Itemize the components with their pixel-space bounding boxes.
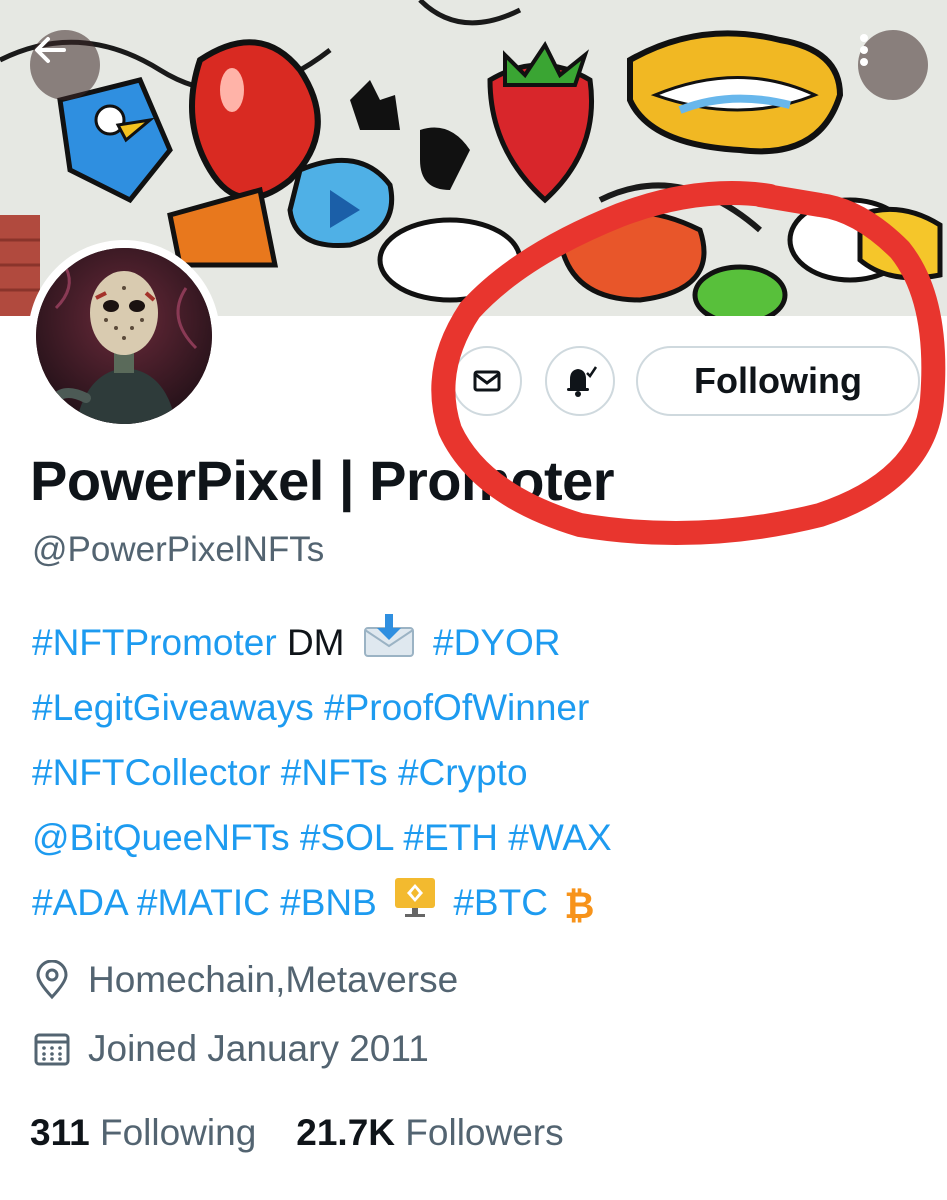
followers-stat[interactable]: 21.7K Followers bbox=[296, 1112, 563, 1153]
user-handle: @PowerPixelNFTs bbox=[32, 530, 325, 569]
hashtag-link[interactable]: #WAX bbox=[508, 817, 611, 858]
hashtag-link[interactable]: #Crypto bbox=[398, 752, 528, 793]
hashtag-link[interactable]: #LegitGiveaways bbox=[32, 687, 314, 728]
profile-bio: #NFTPromoter DM #DYOR #LegitGiveaways #P… bbox=[32, 610, 932, 935]
avatar-image bbox=[36, 248, 212, 424]
display-name: PowerPixel | Promoter bbox=[30, 449, 615, 512]
bitcoin-icon: ₿ bbox=[564, 884, 595, 926]
hashtag-link[interactable]: #ProofOfWinner bbox=[324, 687, 589, 728]
following-count: 311 bbox=[30, 1112, 90, 1153]
following-stat[interactable]: 311 Following bbox=[30, 1112, 256, 1153]
message-button[interactable] bbox=[452, 346, 522, 416]
bio-text: DM bbox=[286, 622, 345, 663]
mention-link[interactable]: @BitQueeNFTs bbox=[32, 817, 290, 858]
more-options-button[interactable] bbox=[858, 30, 928, 100]
avatar[interactable] bbox=[28, 240, 220, 432]
envelope-icon bbox=[473, 370, 501, 392]
hashtag-link[interactable]: #BTC bbox=[453, 882, 548, 923]
joined-row: Joined January 2011 bbox=[30, 1024, 429, 1074]
bio-line: #NFTCollector #NFTs #Crypto bbox=[32, 740, 932, 805]
back-button[interactable] bbox=[30, 30, 100, 100]
hashtag-link[interactable]: #MATIC bbox=[137, 882, 270, 923]
back-arrow-icon bbox=[35, 37, 66, 63]
joined-text: Joined January 2011 bbox=[88, 1028, 429, 1069]
notifications-button[interactable] bbox=[545, 346, 615, 416]
hashtag-link[interactable]: #DYOR bbox=[433, 622, 560, 663]
location-text: Homechain,Metaverse bbox=[88, 959, 459, 1000]
hashtag-link[interactable]: #ETH bbox=[403, 817, 498, 858]
bell-check-icon bbox=[567, 366, 598, 397]
follow-stats: 311 Following 21.7K Followers bbox=[30, 1112, 564, 1154]
bio-line: #LegitGiveaways #ProofOfWinner bbox=[32, 675, 932, 740]
bio-line: @BitQueeNFTs #SOL #ETH #WAX bbox=[32, 805, 932, 870]
following-stat-label: Following bbox=[99, 1112, 257, 1153]
hashtag-link[interactable]: #NFTCollector bbox=[32, 752, 271, 793]
hashtag-link[interactable]: #BNB bbox=[280, 882, 377, 923]
followers-count: 21.7K bbox=[296, 1112, 396, 1153]
more-vertical-icon bbox=[860, 34, 868, 66]
hashtag-link[interactable]: #SOL bbox=[300, 817, 393, 858]
location-pin-icon bbox=[30, 958, 74, 1002]
hashtag-link[interactable]: #ADA bbox=[32, 882, 127, 923]
calendar-icon bbox=[30, 1027, 74, 1071]
bio-line: #NFTPromoter DM #DYOR bbox=[32, 610, 932, 675]
bnb-logo-icon bbox=[393, 873, 437, 938]
following-button[interactable]: Following bbox=[636, 346, 920, 416]
envelope-with-arrow-icon bbox=[361, 613, 417, 678]
location-row: Homechain,Metaverse bbox=[30, 955, 458, 1005]
followers-stat-label: Followers bbox=[405, 1112, 564, 1153]
hashtag-link[interactable]: #NFTPromoter bbox=[32, 622, 277, 663]
hashtag-link[interactable]: #NFTs bbox=[281, 752, 388, 793]
bio-line: #ADA #MATIC #BNB #BTC ₿ bbox=[32, 870, 932, 935]
